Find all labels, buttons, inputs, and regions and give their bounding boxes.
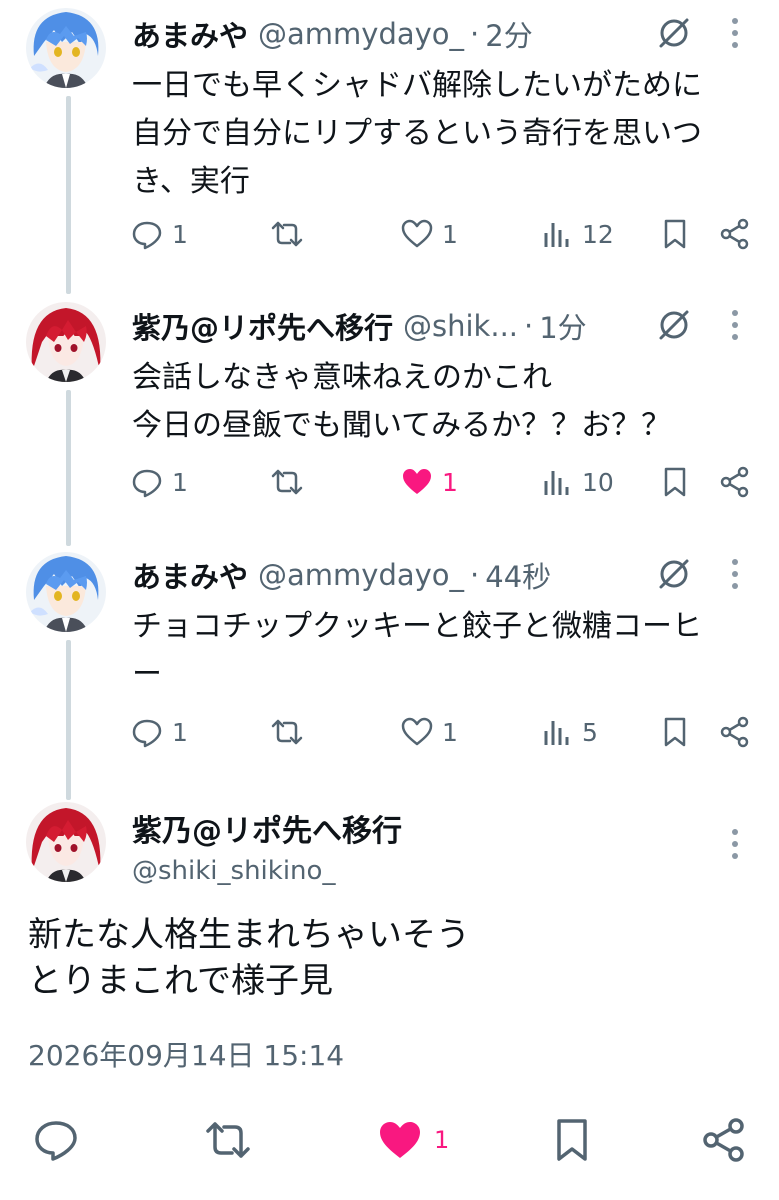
reply-count: 1 (172, 219, 188, 249)
post-timestamp[interactable]: 2026年09月14日 15:14 (28, 1034, 344, 1074)
share-icon (703, 1118, 744, 1162)
thread-line (66, 390, 71, 546)
bookmark-button[interactable] (548, 1112, 596, 1168)
bookmark-button[interactable] (658, 712, 692, 752)
like-count: 1 (434, 1126, 450, 1154)
bookmark-icon (664, 717, 686, 747)
reply-icon (132, 469, 162, 498)
heart-outline-icon (401, 219, 433, 248)
author-name[interactable]: あまみや (132, 554, 248, 596)
post-text: チョコチップクッキーと餃子と微糖コーヒ ー (132, 609, 702, 692)
bookmark-button[interactable] (658, 214, 692, 254)
views-icon (544, 471, 569, 495)
action-bar: 1 1 5 (130, 712, 755, 752)
action-bar: 1 1 12 (130, 214, 755, 254)
more-options-icon[interactable] (726, 15, 744, 51)
bookmark-icon (557, 1119, 587, 1161)
post-header: 紫乃@リポ先へ移行 @shik... · 1分 (132, 306, 587, 346)
reply-button[interactable]: 1 (130, 712, 188, 752)
share-button[interactable] (700, 1112, 748, 1168)
bookmark-icon (664, 219, 686, 249)
bookmark-button[interactable] (658, 462, 692, 502)
reply-button[interactable]: 1 (130, 214, 188, 254)
share-icon (720, 716, 749, 748)
like-count: 1 (442, 717, 458, 747)
like-count: 1 (442, 219, 458, 249)
avatar[interactable] (26, 802, 106, 882)
like-button[interactable]: 1 (376, 1112, 449, 1168)
post-text: 新たな人格生まれちゃいそう とりまこれで様子見 (28, 915, 470, 1001)
post-time[interactable]: 1分 (539, 305, 586, 347)
reply-button[interactable] (32, 1112, 80, 1168)
repost-button[interactable] (270, 712, 304, 752)
avatar[interactable] (26, 8, 106, 88)
view-count: 5 (582, 717, 598, 747)
author-name[interactable]: 紫乃@リポ先へ移行 (132, 806, 402, 850)
view-count: 12 (582, 219, 614, 249)
views-icon (544, 721, 569, 745)
grok-icon[interactable] (656, 307, 692, 343)
separator-dot: · (470, 17, 480, 51)
author-name[interactable]: あまみや (132, 13, 248, 55)
like-count: 1 (442, 467, 458, 497)
avatar[interactable] (26, 302, 106, 382)
author-handle[interactable]: @ammydayo_ (258, 17, 464, 51)
views-button[interactable]: 12 (540, 214, 614, 254)
avatar[interactable] (26, 552, 106, 632)
views-button[interactable]: 10 (540, 462, 614, 502)
main-action-bar: 1 (0, 1112, 779, 1168)
post-header: あまみや @ammydayo_ · 2分 (132, 14, 533, 54)
heart-outline-icon (401, 717, 433, 746)
author-handle[interactable]: @shik... (403, 309, 518, 343)
post-text: 会話しなきゃ意味ねえのかこれ 今日の昼飯でも聞いてみるか？？お？？ (132, 360, 672, 443)
like-button[interactable]: 1 (400, 712, 458, 752)
repost-icon (271, 719, 303, 745)
post-time[interactable]: 44秒 (485, 554, 551, 596)
share-button[interactable] (718, 712, 752, 752)
repost-button[interactable] (204, 1112, 252, 1168)
share-button[interactable] (718, 214, 752, 254)
more-options-icon[interactable] (726, 307, 744, 343)
separator-dot: · (524, 309, 534, 343)
share-icon (720, 218, 749, 250)
repost-button[interactable] (270, 462, 304, 502)
reply-count: 1 (172, 717, 188, 747)
author-handle[interactable]: @ammydayo_ (258, 558, 464, 592)
like-button[interactable]: 1 (400, 214, 458, 254)
bookmark-icon (664, 467, 686, 497)
share-button[interactable] (718, 462, 752, 502)
heart-filled-icon (380, 1122, 420, 1158)
grok-icon[interactable] (656, 556, 692, 592)
grok-icon[interactable] (656, 15, 692, 51)
share-icon (720, 466, 749, 498)
repost-icon (271, 469, 303, 495)
post-text: 一日でも早くシャドバ解除したいがために 自分で自分にリプするという奇行を思いつ … (132, 68, 702, 199)
heart-filled-icon (403, 469, 431, 494)
repost-icon (206, 1122, 250, 1158)
author-name[interactable]: 紫乃@リポ先へ移行 (132, 305, 393, 347)
author-handle[interactable]: @shiki_shikino_ (132, 856, 335, 886)
action-bar: 1 1 10 (130, 462, 755, 502)
repost-icon (271, 221, 303, 247)
reply-button[interactable]: 1 (130, 462, 188, 502)
like-button[interactable]: 1 (400, 462, 458, 502)
view-count: 10 (582, 467, 614, 497)
reply-count: 1 (172, 467, 188, 497)
repost-button[interactable] (270, 214, 304, 254)
more-options-icon[interactable] (726, 826, 744, 862)
reply-icon (132, 719, 162, 748)
more-options-icon[interactable] (726, 556, 744, 592)
reply-icon (35, 1121, 77, 1161)
post-header: あまみや @ammydayo_ · 44秒 (132, 555, 551, 595)
separator-dot: · (470, 558, 480, 592)
views-icon (544, 223, 569, 247)
thread-line (66, 96, 71, 294)
views-button[interactable]: 5 (540, 712, 598, 752)
post-time[interactable]: 2分 (485, 13, 532, 55)
thread-line (66, 640, 71, 800)
reply-icon (132, 221, 162, 250)
